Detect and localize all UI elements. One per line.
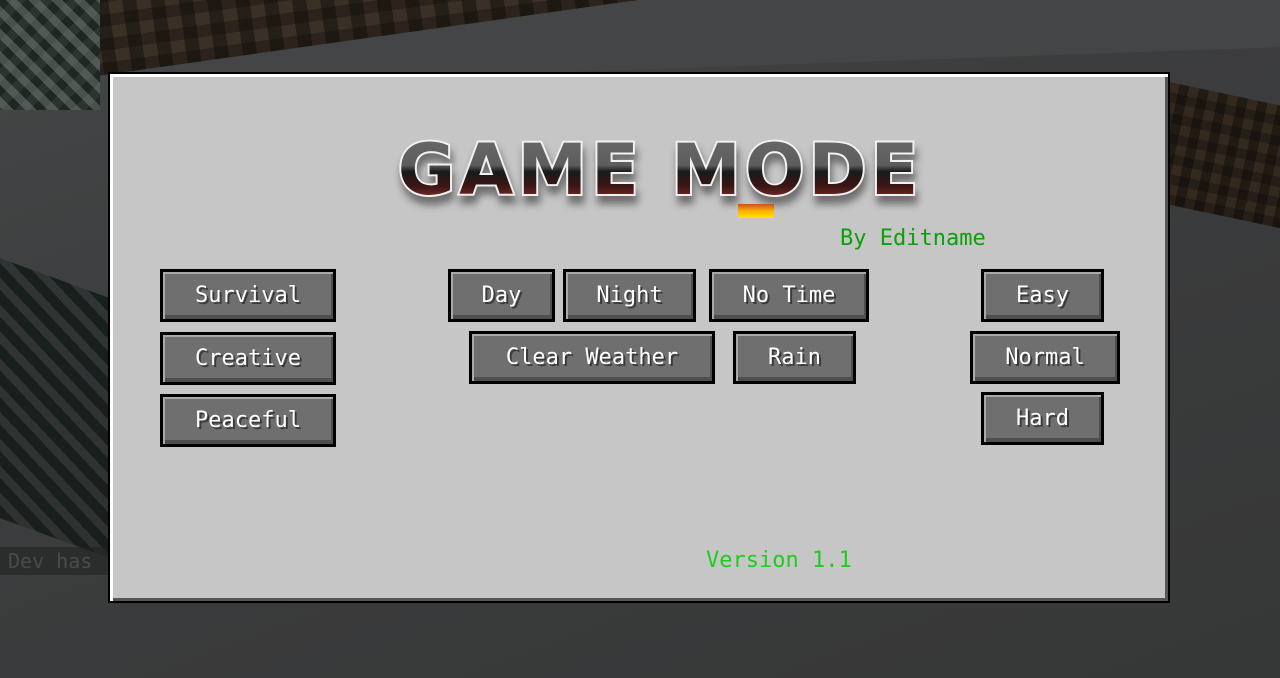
rain-button-label: Rain (768, 345, 821, 370)
clear-weather-button[interactable]: Clear Weather (469, 331, 715, 384)
easy-button-label: Easy (1016, 283, 1069, 308)
no-time-button[interactable]: No Time (709, 269, 869, 322)
normal-button-label: Normal (1005, 345, 1085, 370)
survival-button-label: Survival (195, 283, 301, 308)
author-credit: By Editname (840, 226, 986, 251)
logo-drip-accent (738, 204, 774, 218)
creative-button[interactable]: Creative (160, 332, 336, 385)
peaceful-button[interactable]: Peaceful (160, 394, 336, 447)
logo-title: GAME MODE (320, 130, 1000, 210)
creative-button-label: Creative (195, 346, 301, 371)
hard-button[interactable]: Hard (981, 392, 1104, 445)
survival-button[interactable]: Survival (160, 269, 336, 322)
easy-button[interactable]: Easy (981, 269, 1104, 322)
day-button[interactable]: Day (448, 269, 555, 322)
peaceful-button-label: Peaceful (195, 408, 301, 433)
day-button-label: Day (481, 283, 522, 308)
night-button[interactable]: Night (563, 269, 696, 322)
game-mode-logo: GAME MODE GAME MODE (320, 128, 1000, 220)
chat-message: Dev has (0, 547, 112, 575)
clear-weather-button-label: Clear Weather (505, 345, 679, 370)
hard-button-label: Hard (1016, 406, 1069, 431)
rain-button[interactable]: Rain (733, 331, 856, 384)
world-leaves-block (0, 0, 100, 110)
night-button-label: Night (596, 283, 663, 308)
normal-button[interactable]: Normal (970, 331, 1120, 384)
no-time-button-label: No Time (742, 283, 836, 308)
version-label: Version 1.1 (706, 548, 852, 573)
